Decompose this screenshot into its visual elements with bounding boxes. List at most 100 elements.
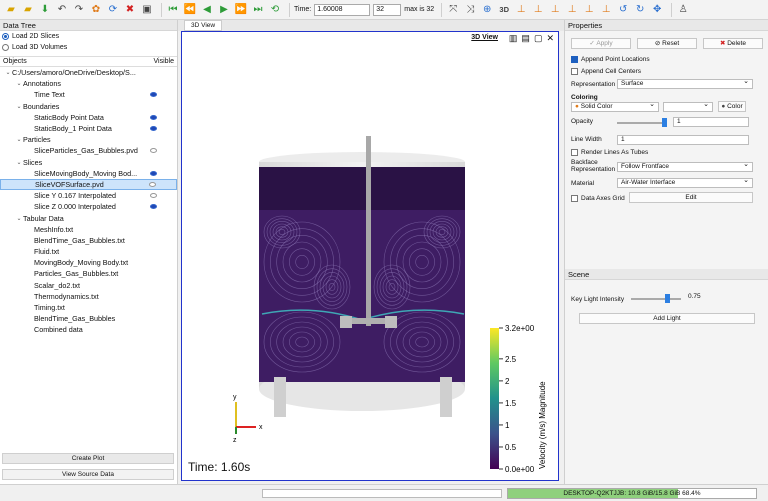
open-recent-icon[interactable]: ▰ bbox=[21, 3, 35, 17]
backface-select[interactable]: Follow Frontface bbox=[617, 161, 753, 172]
download-icon[interactable]: ⬇ bbox=[38, 3, 52, 17]
view-plus-x-icon[interactable]: ⊥ bbox=[514, 3, 528, 17]
expand-arrow-icon[interactable]: ⌄ bbox=[15, 103, 23, 110]
checkbox-unchecked-icon[interactable] bbox=[571, 67, 578, 75]
redo-icon[interactable]: ↷ bbox=[72, 3, 86, 17]
zoom-to-data-icon[interactable]: ⤨ bbox=[463, 3, 477, 17]
key-light-value[interactable]: 0.75 bbox=[685, 293, 751, 303]
cancel-icon[interactable]: ✖ bbox=[123, 3, 137, 17]
tree-item[interactable]: ⌄ Particles bbox=[0, 134, 177, 145]
rotate-cw-icon[interactable]: ↻ bbox=[633, 3, 647, 17]
create-plot-button[interactable]: Create Plot bbox=[2, 453, 174, 464]
opacity-input[interactable]: 1 bbox=[673, 117, 749, 127]
tree-item[interactable]: Particles_Gas_Bubbles.txt bbox=[0, 268, 177, 279]
last-frame-icon[interactable]: ⏭ bbox=[251, 3, 265, 17]
view-plus-z-icon[interactable]: ⊥ bbox=[582, 3, 596, 17]
tree-item[interactable]: Scalar_do2.txt bbox=[0, 280, 177, 291]
objects-column-header[interactable]: Objects bbox=[3, 58, 27, 65]
split-vertical-icon[interactable]: ▤ bbox=[521, 33, 530, 44]
tree-item[interactable]: Combined data bbox=[0, 324, 177, 335]
representation-select[interactable]: Surface bbox=[617, 78, 753, 89]
visible-eye-icon[interactable] bbox=[150, 204, 157, 210]
hidden-eye-icon[interactable] bbox=[149, 181, 156, 187]
tree-item[interactable]: BlendTime_Gas_Bubbles bbox=[0, 313, 177, 324]
tree-item[interactable]: MovingBody_Moving Body.txt bbox=[0, 257, 177, 268]
next-frame-icon[interactable]: ⏩ bbox=[234, 3, 248, 17]
reset-button[interactable]: ⊘ Reset bbox=[637, 38, 697, 49]
checkbox-unchecked-icon[interactable] bbox=[571, 148, 578, 156]
light-kit-icon[interactable]: ♙ bbox=[676, 3, 690, 17]
tree-item[interactable]: BlendTime_Gas_Bubbles.txt bbox=[0, 235, 177, 246]
visible-eye-icon[interactable] bbox=[150, 92, 157, 98]
radio-unchecked-icon[interactable] bbox=[2, 44, 9, 51]
scene-canvas[interactable]: 3.2e+00 2.5 2 1.5 1 0.5 0.0e+00 Velocity (m/s)… bbox=[182, 32, 557, 479]
visible-column-header[interactable]: Visible bbox=[154, 58, 175, 65]
first-frame-icon[interactable]: ⏮ bbox=[166, 3, 180, 17]
tree-item[interactable]: SliceMovingBody_Moving Bod... bbox=[0, 168, 177, 179]
tree-item[interactable]: Slice Z 0.000 Interpolated bbox=[0, 201, 177, 212]
checkbox-unchecked-icon[interactable] bbox=[571, 194, 578, 202]
tree-item[interactable]: ⌄ Slices bbox=[0, 157, 177, 168]
load-3d-radio[interactable]: Load 3D Volumes bbox=[0, 42, 177, 53]
checkbox-checked-icon[interactable] bbox=[571, 55, 578, 63]
interaction-mode-icon[interactable]: ✥ bbox=[650, 3, 664, 17]
expand-arrow-icon[interactable]: ⌄ bbox=[4, 69, 12, 76]
expand-arrow-icon[interactable]: ⌄ bbox=[15, 136, 23, 143]
material-select[interactable]: Air-Water Interface bbox=[617, 177, 753, 188]
close-view-icon[interactable]: ✕ bbox=[546, 33, 554, 44]
coloring-select[interactable]: ● Solid Color bbox=[571, 101, 659, 112]
tree-item[interactable]: ⌄ Tabular Data bbox=[0, 212, 177, 223]
render-tubes-checkbox[interactable]: Render Lines As Tubes bbox=[571, 147, 648, 157]
tree-item[interactable]: ⌄ C:/Users/amoro/OneDrive/Desktop/S... bbox=[0, 67, 177, 78]
line-width-input[interactable]: 1 bbox=[617, 135, 749, 145]
timestep-spinbox[interactable]: 32 bbox=[373, 3, 402, 16]
view-title[interactable]: 3D View bbox=[471, 34, 498, 41]
visible-eye-icon[interactable] bbox=[150, 114, 157, 120]
apply-button[interactable]: ✓ Apply bbox=[571, 38, 631, 49]
render-view[interactable]: 3.2e+00 2.5 2 1.5 1 0.5 0.0e+00 Velocity (m/s)… bbox=[181, 31, 559, 481]
toggle-3d-button[interactable]: 3D bbox=[497, 3, 511, 17]
camera-icon[interactable]: ▣ bbox=[140, 3, 154, 17]
play-icon[interactable]: ▶ bbox=[217, 3, 231, 17]
expand-arrow-icon[interactable]: ⌄ bbox=[15, 215, 23, 222]
add-light-button[interactable]: Add Light bbox=[579, 313, 755, 324]
key-light-slider-handle[interactable] bbox=[664, 294, 670, 303]
expand-arrow-icon[interactable]: ⌄ bbox=[15, 80, 23, 87]
append-points-checkbox[interactable]: Append Point Locations bbox=[571, 54, 650, 64]
reset-camera-icon[interactable]: ⤧ bbox=[446, 3, 460, 17]
view-minus-z-icon[interactable]: ⊥ bbox=[599, 3, 613, 17]
palette-icon[interactable]: ✿ bbox=[89, 3, 103, 17]
tree-item[interactable]: StaticBody Point Data bbox=[0, 112, 177, 123]
visible-eye-icon[interactable] bbox=[150, 126, 157, 132]
tree-item[interactable]: Thermodynamics.txt bbox=[0, 291, 177, 302]
tab-3d-view[interactable]: 3D View bbox=[184, 20, 223, 31]
tree-item[interactable]: SliceParticles_Gas_Bubbles.pvd bbox=[0, 145, 177, 156]
hidden-eye-icon[interactable] bbox=[150, 193, 157, 199]
hidden-eye-icon[interactable] bbox=[150, 148, 157, 154]
prev-frame-icon[interactable]: ⏪ bbox=[183, 3, 197, 17]
tree-item[interactable]: SliceVOFSurface.pvd bbox=[0, 178, 177, 191]
opacity-slider-track[interactable] bbox=[617, 122, 667, 124]
rotate-ccw-icon[interactable]: ↺ bbox=[616, 3, 630, 17]
tree-item[interactable]: Fluid.txt bbox=[0, 246, 177, 257]
tree-item[interactable]: Time Text bbox=[0, 89, 177, 100]
opacity-slider-handle[interactable] bbox=[662, 118, 667, 127]
split-horizontal-icon[interactable]: ▥ bbox=[509, 33, 518, 44]
tree-item[interactable]: StaticBody_1 Point Data bbox=[0, 123, 177, 134]
tree-item[interactable]: MeshInfo.txt bbox=[0, 224, 177, 235]
view-source-data-button[interactable]: View Source Data bbox=[2, 469, 174, 480]
data-axes-grid-checkbox[interactable]: Data Axes Grid bbox=[571, 193, 625, 203]
append-cells-checkbox[interactable]: Append Cell Centers bbox=[571, 66, 641, 76]
view-minus-x-icon[interactable]: ⊥ bbox=[531, 3, 545, 17]
tree-item[interactable]: Slice Y 0.167 Interpolated bbox=[0, 190, 177, 201]
color-button[interactable]: ● Color bbox=[718, 101, 746, 112]
expand-arrow-icon[interactable]: ⌄ bbox=[15, 159, 23, 166]
zoom-to-box-icon[interactable]: ⊕ bbox=[480, 3, 494, 17]
play-reverse-icon[interactable]: ◀ bbox=[200, 3, 214, 17]
key-light-slider-track[interactable] bbox=[631, 298, 681, 300]
tree-item[interactable]: ⌄ Boundaries bbox=[0, 101, 177, 112]
view-plus-y-icon[interactable]: ⊥ bbox=[548, 3, 562, 17]
tree-item[interactable]: Timing.txt bbox=[0, 302, 177, 313]
radio-checked-icon[interactable] bbox=[2, 33, 9, 40]
refresh-icon[interactable]: ⟳ bbox=[106, 3, 120, 17]
